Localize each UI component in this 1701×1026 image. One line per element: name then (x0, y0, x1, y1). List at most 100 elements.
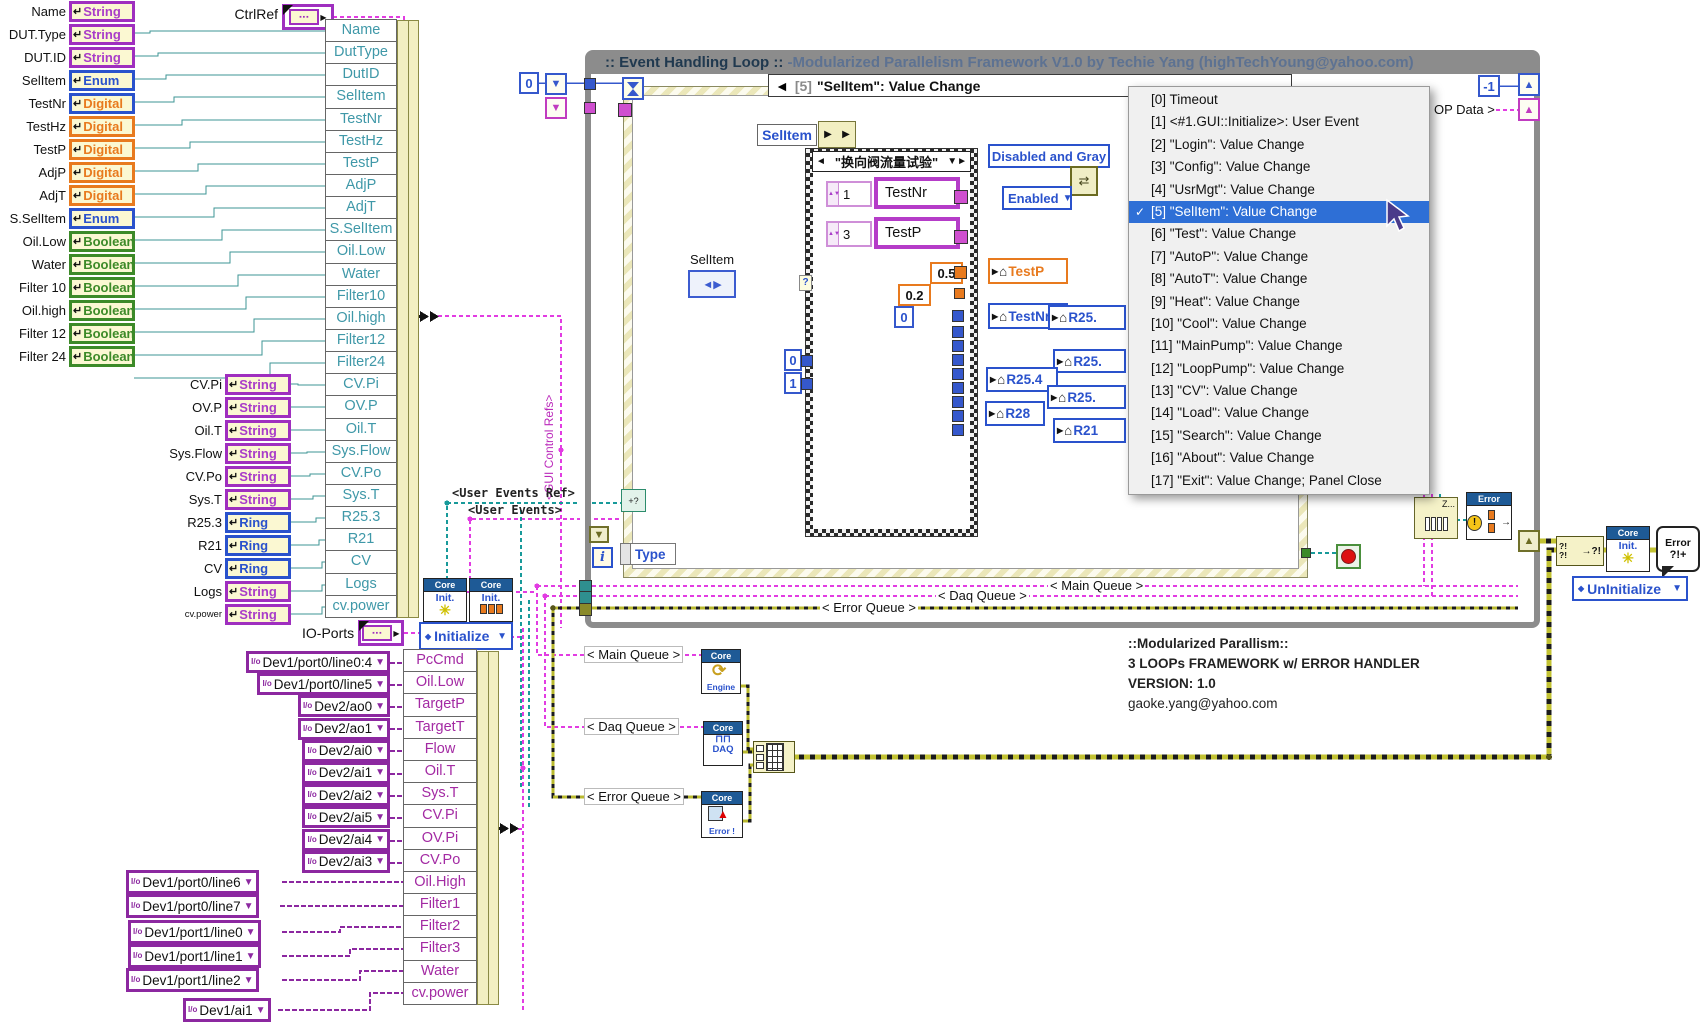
core-init-subvi-2[interactable]: Core Init. (469, 578, 513, 622)
shift-register-up-magenta[interactable]: ▲ (1518, 98, 1540, 121)
terminal-type-box[interactable]: ↵ Boolean (69, 323, 135, 344)
register-events-dropdown[interactable]: ▼ (589, 526, 609, 543)
terminal-type-box[interactable]: ↵ String (225, 420, 291, 441)
menu-item[interactable]: ✓ [10] "Cool": Value Change (1129, 313, 1429, 335)
terminal-type-box[interactable]: ↵ String (69, 24, 135, 45)
daq-channel-constant[interactable]: I/o Dev2/ai0 ▼ (302, 740, 390, 762)
dropdown-icon[interactable]: ▼ (375, 834, 385, 845)
daq-channel-constant[interactable]: I/oDev1/port1/line2▼ (126, 968, 259, 992)
disabled-enum-constant[interactable]: Disabled and Gray (988, 144, 1110, 168)
terminal-type-box[interactable]: ↵ Boolean (69, 254, 135, 275)
dropdown-icon[interactable]: ▼ (375, 745, 385, 756)
bundle-field[interactable]: Flow (403, 738, 477, 761)
local-r21[interactable]: ▶⌂R21 (1053, 418, 1126, 443)
bundle-field[interactable]: Water (325, 263, 397, 286)
bundle-field[interactable]: Oil.T (325, 418, 397, 441)
dropdown-icon[interactable]: ▼ (1059, 193, 1073, 204)
menu-item[interactable]: ✓ [16] "About": Value Change (1129, 447, 1429, 469)
menu-item[interactable]: ✓ [6] "Test": Value Change (1129, 223, 1429, 245)
local-r25b[interactable]: ▶⌂R25. (1053, 349, 1126, 373)
bundle-field[interactable]: DutType (325, 41, 397, 64)
dropdown-icon[interactable]: ▼ (1668, 583, 1682, 594)
bundle-field[interactable]: CV.Pi (403, 804, 477, 827)
daq-channel-constant[interactable]: I/o Dev2/ai1 ▼ (302, 762, 390, 784)
terminal-type-box[interactable]: ↵ Digital (69, 116, 135, 137)
bundle-field[interactable]: TargetP (403, 693, 477, 716)
local-r25c[interactable]: ▶⌂R25. (1047, 385, 1126, 409)
terminal-type-box[interactable]: ↵ String (225, 466, 291, 487)
dropdown-icon[interactable]: ▼ (375, 701, 385, 712)
core-engine-subvi[interactable]: Core ⟳ Engine (701, 649, 741, 694)
dropdown-icon[interactable]: ▼ (375, 657, 385, 668)
enabled-enum-constant[interactable]: Enabled ▼ (1002, 186, 1072, 210)
dropdown-icon[interactable]: ▼ (256, 1005, 266, 1016)
menu-item[interactable]: ✓ [14] "Load": Value Change (1129, 402, 1429, 424)
bundle-field[interactable]: Logs (325, 573, 397, 596)
neg-one-constant[interactable]: -1 (1478, 75, 1500, 97)
core-daq-subvi[interactable]: Core ⊓⊓ DAQ (703, 721, 743, 766)
bundle-field[interactable]: Filter12 (325, 329, 397, 352)
terminal-type-box[interactable]: ↵ Ring (225, 558, 291, 579)
bundle-field[interactable]: S.SelItem (325, 218, 397, 241)
dropdown-icon[interactable]: ▼ (375, 723, 385, 734)
testnr-control[interactable]: TestNr (874, 177, 960, 209)
terminal-type-box[interactable]: ↵ Boolean (69, 231, 135, 252)
bundle-field[interactable]: Oil.Low (403, 671, 477, 694)
bundle-field[interactable]: Oil.high (325, 307, 397, 330)
numeric-spinner-1[interactable]: ▲▼ 1 (826, 181, 872, 207)
terminal-type-box[interactable]: ↵ Enum (69, 208, 135, 229)
bundle-field[interactable]: Filter10 (325, 285, 397, 308)
menu-item[interactable]: ✓ [11] "MainPump": Value Change (1129, 335, 1429, 357)
bundle-field[interactable]: CV (325, 550, 397, 573)
bundle-field[interactable]: Filter24 (325, 351, 397, 374)
timeout-constant[interactable]: 0 (519, 72, 539, 94)
dropdown-icon[interactable]: ▼ (375, 812, 385, 823)
daq-channel-constant[interactable]: I/oDev1/ai1▼ (183, 998, 271, 1022)
bundle-field[interactable]: CV.Pi (325, 373, 397, 396)
dropdown-icon[interactable]: ▼ (375, 790, 385, 801)
bundle-field[interactable]: OV.P (325, 395, 397, 418)
bundle-field[interactable]: Filter1 (403, 893, 477, 916)
blue-constant-0[interactable]: 0 (894, 306, 914, 328)
dropdown-icon[interactable]: ▼ (375, 679, 385, 690)
dropdown-icon[interactable]: ▼ (246, 927, 256, 938)
menu-item[interactable]: ✓ [4] "UsrMgt": Value Change (1129, 179, 1429, 201)
merge-errors-right[interactable]: ?!?! →?! (1556, 536, 1604, 566)
bundle-field[interactable]: PcCmd (403, 649, 477, 672)
menu-item[interactable]: ✓ [3] "Config": Value Change (1129, 156, 1429, 178)
bundle-field[interactable]: CV.Po (325, 462, 397, 485)
left-arrow-icon[interactable]: ◄ (775, 78, 789, 94)
bundle-field[interactable]: cv.power (403, 982, 477, 1005)
terminal-type-box[interactable]: ↵ String (225, 489, 291, 510)
local-testp[interactable]: ▶⌂TestP (988, 258, 1068, 284)
daq-channel-constant[interactable]: I/o Dev2/ai5 ▼ (302, 806, 390, 828)
terminal-type-box[interactable]: ↵ Boolean (69, 346, 135, 367)
terminal-type-box[interactable]: ↵ Digital (69, 185, 135, 206)
spinner-arrows-icon[interactable]: ▲▼ (828, 223, 839, 245)
bundle-field[interactable]: AdjP (325, 174, 397, 197)
left-constant-0[interactable]: 0 (784, 349, 802, 371)
terminal-type-box[interactable]: ↵ String (69, 1, 135, 22)
bundle-field[interactable]: Oil.High (403, 871, 477, 894)
bundle-field[interactable]: Water (403, 960, 477, 983)
terminal-type-box[interactable]: ↵ String (225, 581, 291, 602)
bundle-field[interactable]: R21 (325, 528, 397, 551)
menu-item[interactable]: ✓ [2] "Login": Value Change (1129, 134, 1429, 156)
terminal-type-box[interactable]: ↵ Digital (69, 93, 135, 114)
selitem-control-terminal[interactable]: ◄▶ (688, 270, 736, 298)
bundle-field[interactable]: TestP (325, 152, 397, 175)
dropdown-icon[interactable]: ▼ (493, 631, 507, 642)
terminal-type-box[interactable]: ↵ String (69, 47, 135, 68)
bundle-field[interactable]: Sys.T (403, 782, 477, 805)
menu-item[interactable]: ✓ [9] "Heat": Value Change (1129, 291, 1429, 313)
terminal-type-box[interactable]: ↵ String (225, 604, 291, 625)
core-init-final-subvi[interactable]: Core Init. ✳ (1606, 526, 1650, 572)
terminal-type-box[interactable]: ↵ String (225, 374, 291, 395)
simple-error-handler-icon[interactable]: Error ?!+ (1656, 526, 1700, 572)
stop-button[interactable] (1336, 544, 1361, 569)
terminal-type-box[interactable]: ↵ String (225, 397, 291, 418)
unbundle-icon[interactable]: ▶▶ (818, 121, 856, 148)
daq-channel-constant[interactable]: I/o Dev2/ao1 ▼ (298, 718, 390, 740)
right-arrow-icon[interactable]: ► (957, 156, 967, 167)
local-r25a[interactable]: ▶⌂R25. (1048, 305, 1126, 330)
